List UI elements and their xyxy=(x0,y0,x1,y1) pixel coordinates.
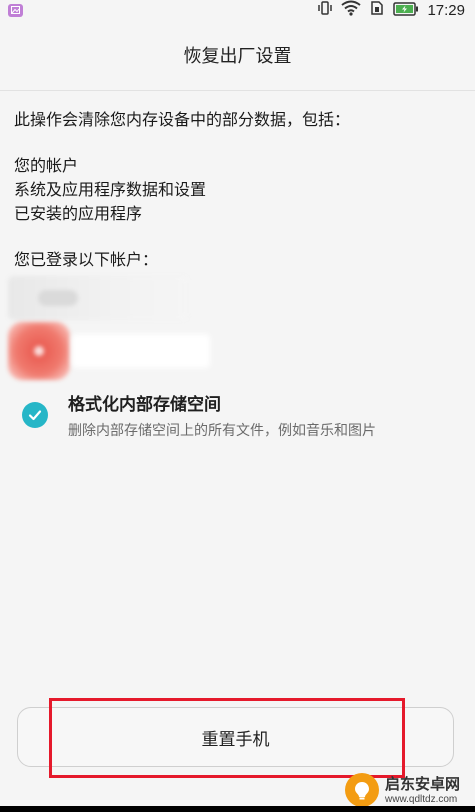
content: 此操作会清除您内存设备中的部分数据，包括： 您的帐户 系统及应用程序数据和设置 … xyxy=(14,108,459,272)
erase-item-accounts: 您的帐户 xyxy=(14,156,79,175)
bottom-bar xyxy=(0,806,475,812)
erase-item-system-data: 系统及应用程序数据和设置 xyxy=(14,180,207,199)
sim-icon xyxy=(369,0,385,20)
erase-list: 您的帐户 系统及应用程序数据和设置 已安装的应用程序 xyxy=(14,154,459,226)
gallery-icon xyxy=(8,3,23,17)
vibrate-icon xyxy=(317,0,333,20)
account-avatar-icon xyxy=(8,322,70,380)
account-row-blurred xyxy=(8,276,188,320)
watermark-url: www.qdltdz.com xyxy=(385,793,458,805)
battery-charging-icon xyxy=(393,1,419,20)
status-icons: 17:29 xyxy=(317,0,465,20)
status-bar: 17:29 xyxy=(0,0,475,20)
reset-phone-button[interactable]: 重置手机 xyxy=(17,707,454,767)
format-option-description: 删除内部存储空间上的所有文件，例如音乐和图片 xyxy=(68,423,376,439)
format-option-texts: 格式化内部存储空间 删除内部存储空间上的所有文件，例如音乐和图片 xyxy=(68,392,376,442)
accounts-label: 您已登录以下帐户： xyxy=(14,250,159,269)
format-option-title: 格式化内部存储空间 xyxy=(68,395,221,415)
status-time: 17:29 xyxy=(427,1,465,19)
page-title: 恢复出厂设置 xyxy=(183,46,292,67)
account-icon-blurred xyxy=(38,290,78,306)
intro-text: 此操作会清除您内存设备中的部分数据，包括： xyxy=(14,110,351,129)
erase-item-installed-apps: 已安装的应用程序 xyxy=(14,204,143,223)
wifi-icon xyxy=(341,0,362,20)
watermark-texts: 启东安卓网 www.qdltdz.com xyxy=(385,775,460,806)
watermark: 启东安卓网 www.qdltdz.com xyxy=(345,770,470,810)
factory-reset-screen: 17:29 恢复出厂设置 此操作会清除您内存设备中的部分数据，包括： 您的帐户 … xyxy=(0,0,475,812)
format-storage-option[interactable]: 格式化内部存储空间 删除内部存储空间上的所有文件，例如音乐和图片 xyxy=(22,392,462,452)
watermark-logo-icon xyxy=(345,773,379,807)
account-name-blurred xyxy=(72,334,210,368)
checkbox-checked-icon[interactable] xyxy=(22,402,48,428)
watermark-title: 启东安卓网 xyxy=(385,774,461,793)
header: 恢复出厂设置 xyxy=(0,20,475,91)
